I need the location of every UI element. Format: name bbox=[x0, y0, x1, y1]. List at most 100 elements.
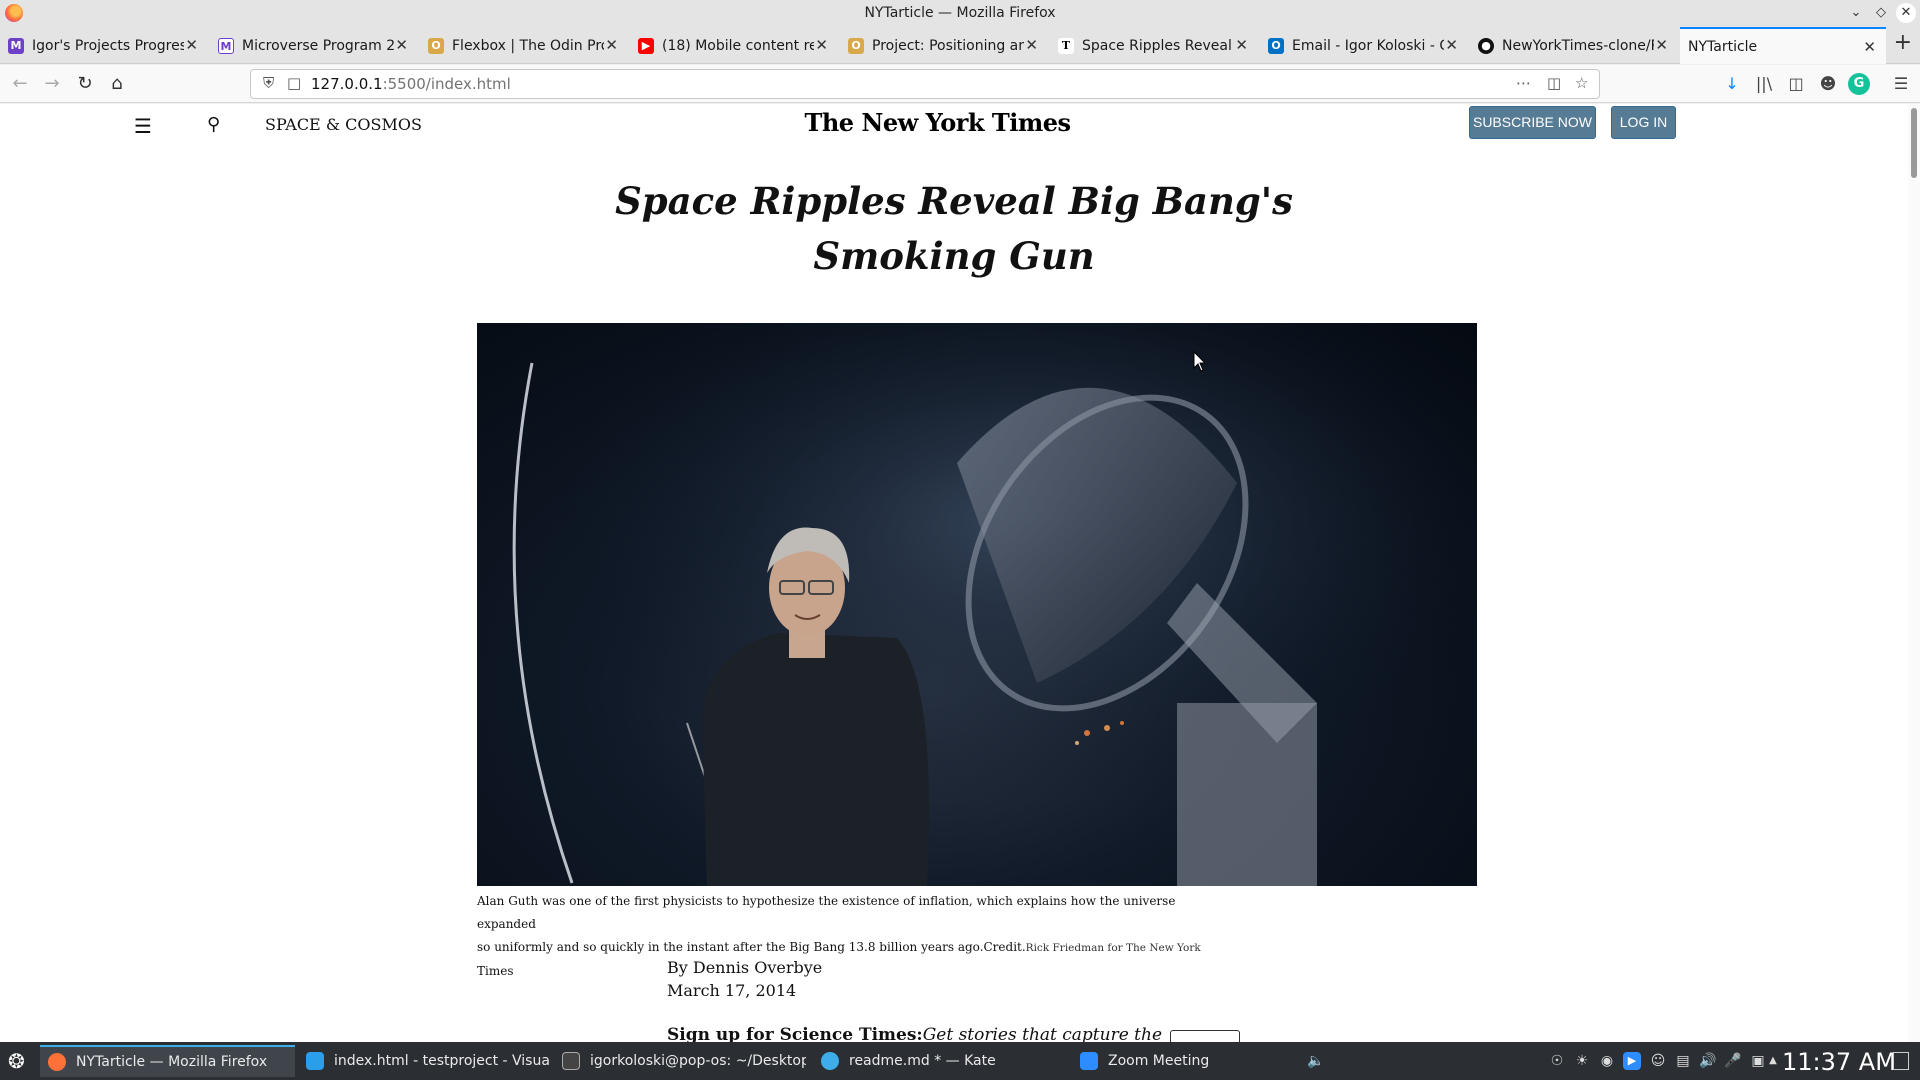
close-tab-icon[interactable]: ✕ bbox=[1235, 36, 1248, 54]
tab-space-ripples[interactable]: T Space Ripples Reveal Bi ✕ bbox=[1050, 27, 1258, 64]
maximize-icon[interactable]: ◇ bbox=[1871, 3, 1891, 23]
scrollbar-thumb[interactable] bbox=[1911, 108, 1917, 178]
grammarly-icon[interactable]: G bbox=[1848, 73, 1870, 95]
signup-button[interactable] bbox=[1170, 1030, 1240, 1042]
youtube-icon: ▶ bbox=[638, 37, 654, 54]
menu-icon[interactable]: ☰ bbox=[1890, 73, 1912, 95]
headline-line-2: Smoking Gun bbox=[813, 234, 1095, 278]
log-in-button[interactable]: LOG IN bbox=[1611, 106, 1676, 139]
photo-caption: Alan Guth was one of the first physicist… bbox=[477, 890, 1212, 983]
microverse-icon: M bbox=[218, 37, 234, 54]
hero-photo bbox=[477, 323, 1477, 886]
bookmark-star-icon[interactable]: ☆ bbox=[1575, 74, 1588, 92]
search-icon[interactable]: ⚲ bbox=[207, 114, 220, 135]
signup-description: Get stories that capture the bbox=[922, 1025, 1163, 1042]
subscribe-now-button[interactable]: SUBSCRIBE NOW bbox=[1469, 106, 1596, 139]
section-name[interactable]: SPACE & COSMOS bbox=[265, 115, 422, 134]
tab-label: Igor's Projects Progress bbox=[32, 37, 184, 54]
close-tab-icon[interactable]: ✕ bbox=[1655, 36, 1668, 54]
app-launcher-icon[interactable]: ❂ bbox=[0, 1045, 36, 1077]
weather-icon[interactable]: ☀ bbox=[1573, 1052, 1591, 1070]
downloads-icon[interactable]: ↓ bbox=[1721, 73, 1743, 95]
discord-icon[interactable]: ☺ bbox=[1649, 1052, 1667, 1070]
taskbar-item-label: Zoom Meeting bbox=[1108, 1053, 1210, 1069]
close-tab-icon[interactable]: ✕ bbox=[185, 36, 198, 54]
launcher-glyph: ❂ bbox=[8, 1049, 25, 1073]
byline: By Dennis Overbye March 17, 2014 bbox=[667, 956, 822, 1002]
tab-github[interactable]: ● NewYorkTimes-clone/R ✕ bbox=[1470, 27, 1678, 64]
library-icon[interactable]: ||\ bbox=[1753, 73, 1775, 95]
nav-toolbar: ← → ↻ ⌂ ⛨ □ 127.0.0.1:5500/index.html ⋯ … bbox=[0, 65, 1920, 103]
close-tab-icon[interactable]: ✕ bbox=[1863, 38, 1876, 56]
tab-strip: M Igor's Projects Progress ✕ M Microvers… bbox=[0, 27, 1920, 64]
tab-label: Flexbox | The Odin Proj bbox=[452, 37, 604, 54]
home-icon[interactable]: ⌂ bbox=[105, 72, 129, 96]
tab-nytarticle[interactable]: NYTarticle ✕ bbox=[1680, 27, 1886, 64]
page-info-icon[interactable]: □ bbox=[287, 74, 301, 92]
close-tab-icon[interactable]: ✕ bbox=[605, 36, 618, 54]
odin-icon: O bbox=[428, 37, 444, 54]
close-tab-icon[interactable]: ✕ bbox=[1445, 36, 1458, 54]
forward-icon[interactable]: → bbox=[40, 72, 64, 96]
byline-author[interactable]: By Dennis Overbye bbox=[667, 956, 822, 979]
minimize-icon[interactable]: ⌄ bbox=[1846, 3, 1866, 23]
back-icon[interactable]: ← bbox=[8, 72, 32, 96]
sidebar-icon[interactable]: ◫ bbox=[1785, 73, 1807, 95]
clock[interactable]: 11:37 AM bbox=[1782, 1048, 1896, 1076]
tab-email[interactable]: O Email - Igor Koloski - O ✕ bbox=[1260, 27, 1468, 64]
mouse-cursor-icon bbox=[1193, 351, 1207, 372]
tab-flexbox[interactable]: O Flexbox | The Odin Proj ✕ bbox=[420, 27, 628, 64]
tab-youtube[interactable]: ▶ (18) Mobile content reo ✕ bbox=[630, 27, 838, 64]
clipboard-icon[interactable]: ▤ bbox=[1674, 1052, 1692, 1070]
signup-label: Sign up for Science Times: bbox=[667, 1025, 923, 1042]
tab-label: Project: Positioning and bbox=[872, 37, 1024, 54]
caption-credit-end: Times bbox=[477, 964, 514, 978]
speaker-icon[interactable]: 🔈 bbox=[1307, 1052, 1325, 1070]
zoom-tray-icon[interactable]: ▶ bbox=[1623, 1052, 1641, 1070]
new-tab-icon[interactable]: + bbox=[1894, 30, 1912, 55]
odin-icon: O bbox=[848, 37, 864, 54]
github-icon: ● bbox=[1478, 37, 1494, 54]
show-desktop-icon[interactable] bbox=[1893, 1052, 1909, 1070]
taskbar-item-zoom[interactable]: Zoom Meeting bbox=[1072, 1045, 1325, 1077]
nyt-logo[interactable]: The New York Times bbox=[800, 108, 1075, 137]
taskbar-item-terminal[interactable]: igorkoloski@pop-os: ~/Desktop/te... bbox=[554, 1045, 806, 1077]
expand-tray-icon[interactable]: ▲ bbox=[1764, 1052, 1782, 1070]
tab-projects-progress[interactable]: M Igor's Projects Progress ✕ bbox=[0, 27, 208, 64]
taskbar-item-label: igorkoloski@pop-os: ~/Desktop/te... bbox=[590, 1053, 806, 1069]
hamburger-menu-icon[interactable]: ☰ bbox=[134, 114, 152, 138]
outlook-icon: O bbox=[1268, 37, 1284, 54]
url-text[interactable]: 127.0.0.1:5500/index.html bbox=[311, 75, 511, 93]
taskbar-item-vscode[interactable]: index.html - testproject - Visual St... bbox=[298, 1045, 550, 1077]
vscode-icon bbox=[306, 1052, 324, 1070]
nyt-icon: T bbox=[1058, 37, 1074, 54]
taskbar-item-kate[interactable]: readme.md * — Kate bbox=[813, 1045, 1068, 1077]
page-actions-icon[interactable]: ⋯ bbox=[1516, 74, 1531, 92]
caption-text-1: Alan Guth was one of the first physicist… bbox=[477, 894, 1176, 931]
url-bar[interactable]: ⛨ □ 127.0.0.1:5500/index.html ⋯ ◫ ☆ bbox=[250, 69, 1600, 99]
microverse-icon: M bbox=[8, 37, 24, 54]
close-tab-icon[interactable]: ✕ bbox=[395, 36, 408, 54]
notifications-icon[interactable]: ☉ bbox=[1548, 1052, 1566, 1070]
close-tab-icon[interactable]: ✕ bbox=[815, 36, 828, 54]
caption-credit: Rick Friedman for The New York bbox=[1025, 942, 1201, 954]
tab-microverse[interactable]: M Microverse Program 2.0 ✕ bbox=[210, 27, 418, 64]
web-content: ☰ ⚲ SPACE & COSMOS The New York Times SU… bbox=[0, 104, 1908, 1042]
account-icon[interactable]: ☻ bbox=[1817, 73, 1839, 95]
volume-icon[interactable]: 🔊 bbox=[1699, 1052, 1717, 1070]
close-window-icon[interactable]: ✕ bbox=[1896, 3, 1916, 23]
taskbar-item-firefox[interactable]: NYTarticle — Mozilla Firefox bbox=[40, 1045, 295, 1077]
shield-icon[interactable]: ⛨ bbox=[263, 74, 274, 92]
pocket-icon[interactable]: ◫ bbox=[1547, 74, 1561, 92]
close-tab-icon[interactable]: ✕ bbox=[1025, 36, 1038, 54]
taskbar-item-label: NYTarticle — Mozilla Firefox bbox=[76, 1054, 268, 1070]
kate-icon bbox=[821, 1052, 839, 1070]
tab-label: NYTarticle bbox=[1688, 38, 1758, 55]
taskbar-item-label: readme.md * — Kate bbox=[849, 1053, 996, 1069]
tab-positioning[interactable]: O Project: Positioning and ✕ bbox=[840, 27, 1048, 64]
article-headline: Space Ripples Reveal Big Bang's Smoking … bbox=[560, 174, 1348, 284]
microphone-icon[interactable]: 🎤 bbox=[1724, 1052, 1742, 1070]
steam-icon[interactable]: ◉ bbox=[1598, 1052, 1616, 1070]
reload-icon[interactable]: ↻ bbox=[73, 72, 97, 96]
page-scrollbar[interactable] bbox=[1908, 104, 1920, 1042]
